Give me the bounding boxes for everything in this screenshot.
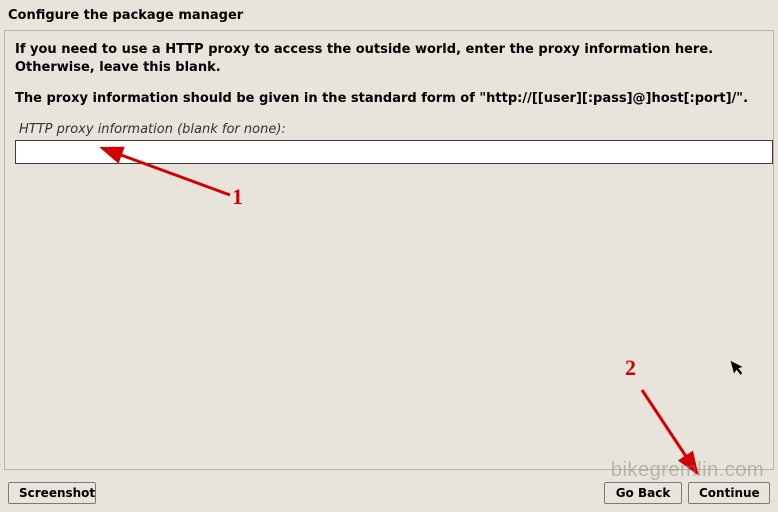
go-back-button[interactable]: Go Back [604,482,682,504]
proxy-field-label: HTTP proxy information (blank for none): [19,122,765,137]
footer-bar: Screenshot Go Back Continue [0,478,778,512]
continue-button[interactable]: Continue [688,482,770,504]
main-panel: If you need to use a HTTP proxy to acces… [4,30,774,470]
http-proxy-input[interactable] [15,140,773,164]
page-title: Configure the package manager [8,8,243,23]
annotation-number-2: 2 [625,355,636,381]
watermark-text: bikegremlin.com [611,459,764,482]
annotation-number-1: 1 [232,184,243,210]
screenshot-button[interactable]: Screenshot [8,482,96,504]
proxy-format-text: The proxy information should be given in… [15,90,765,108]
proxy-intro-text: If you need to use a HTTP proxy to acces… [15,41,765,76]
